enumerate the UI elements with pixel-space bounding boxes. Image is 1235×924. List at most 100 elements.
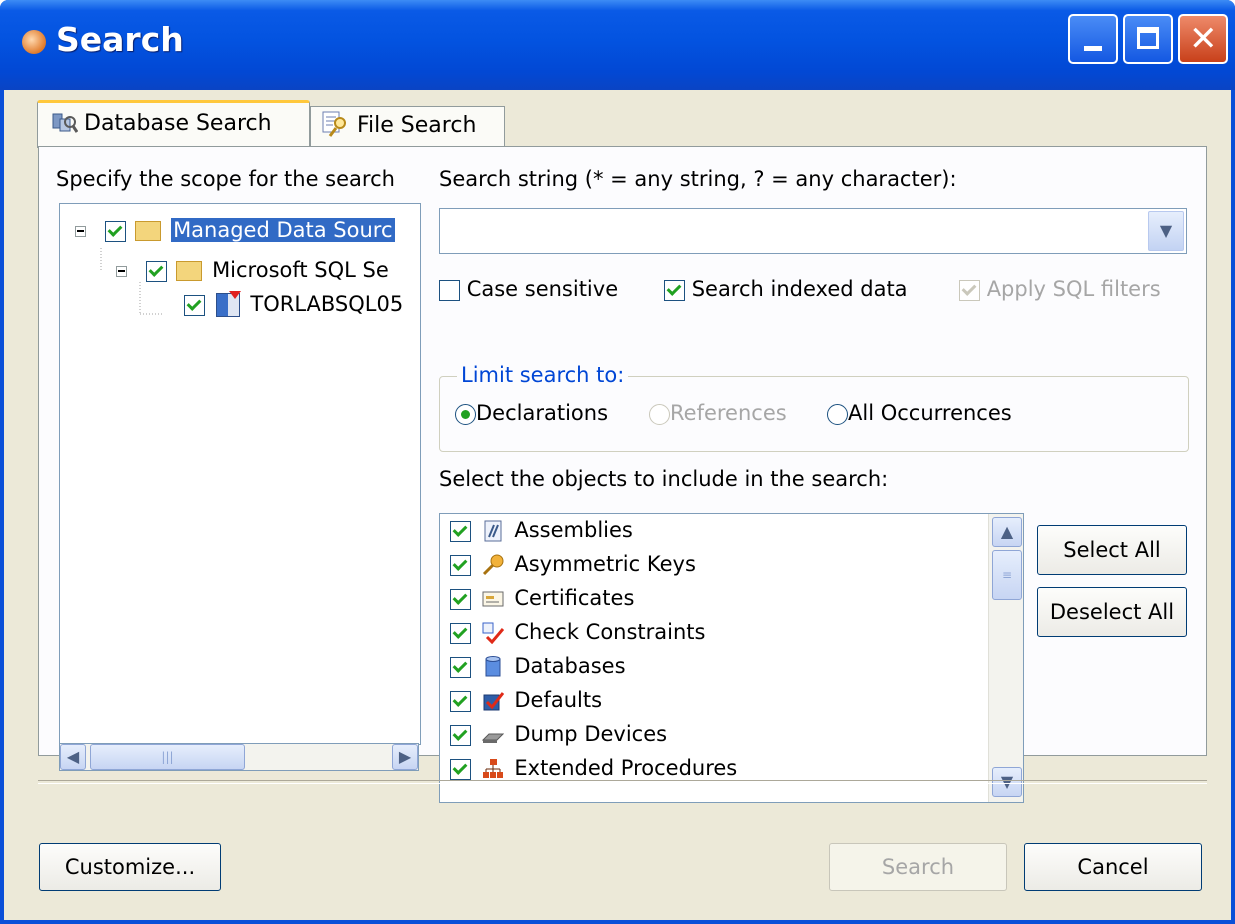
file-search-icon [322,111,346,137]
search-string-combo[interactable]: ▼ [439,208,1187,254]
database-search-panel: Specify the scope for the search Managed… [38,146,1207,803]
apply-sql-filters-option: Apply SQL filters [959,277,1161,301]
list-item-asymmetric-keys[interactable]: Asymmetric Keys [450,552,696,586]
scroll-right-button[interactable]: ▶ [392,744,418,770]
item-checkbox[interactable] [450,758,471,780]
declarations-radio[interactable] [455,403,476,425]
minimize-button[interactable] [1068,14,1118,64]
folder-icon [135,221,162,241]
search-indexed-label: Search indexed data [691,277,908,301]
list-item-certificates[interactable]: Certificates [450,586,634,620]
radio-declarations[interactable]: Declarations [455,401,608,425]
item-label: Extended Procedures [514,756,738,780]
scroll-up-button[interactable]: ▲ [992,517,1022,547]
assembly-icon [484,520,502,542]
item-label: Certificates [514,586,635,610]
folder-icon [176,261,203,281]
database-search-icon [52,113,78,133]
case-sensitive-label: Case sensitive [466,277,619,301]
scroll-thumb[interactable]: ||| [90,744,245,770]
item-label: Assemblies [514,518,633,542]
item-label: Databases [514,654,626,678]
close-button[interactable]: ✕ [1178,14,1228,64]
search-string-label: Search string (* = any string, ? = any c… [439,167,957,191]
all-occurrences-label: All Occurrences [848,401,1012,425]
close-icon: ✕ [1189,19,1218,59]
tab-database-search[interactable]: Database Search [37,100,310,148]
item-checkbox[interactable] [450,690,471,712]
all-occurrences-radio[interactable] [827,403,848,425]
collapse-icon[interactable] [75,225,86,237]
tree-checkbox[interactable] [184,294,205,316]
item-label: Check Constraints [514,620,706,644]
item-label: Dump Devices [514,722,668,746]
tab-database-search-label: Database Search [84,111,272,136]
scope-label: Specify the scope for the search [56,167,395,191]
item-checkbox[interactable] [450,554,471,576]
search-dialog: Search ✕ Database Search File Search Spe… [0,0,1235,924]
item-checkbox[interactable] [450,622,471,644]
tree-horizontal-scrollbar[interactable]: ◀ ||| ▶ [59,743,419,771]
list-item-dump-devices[interactable]: Dump Devices [450,722,667,756]
item-label: Asymmetric Keys [514,552,696,576]
item-checkbox[interactable] [450,724,471,746]
customize-button[interactable]: Customize... [39,843,221,891]
references-label: References [670,401,787,425]
tab-file-search[interactable]: File Search [310,106,505,146]
cancel-button[interactable]: Cancel [1024,843,1202,891]
declarations-label: Declarations [476,401,609,425]
scroll-left-button[interactable]: ◀ [60,744,86,770]
objects-vertical-scrollbar[interactable]: ▲ ≡ ▼ [988,514,1023,802]
search-indexed-checkbox[interactable] [664,279,685,301]
app-icon [22,30,46,54]
maximize-button[interactable] [1123,14,1173,64]
title-bar[interactable]: Search ✕ [0,0,1235,90]
objects-list[interactable]: Assemblies Asymmetric Keys Certificates … [439,513,1024,803]
deselect-all-button[interactable]: Deselect All [1037,587,1187,637]
list-item-extended-procedures[interactable]: Extended Procedures [450,756,737,790]
window-title: Search [56,20,184,59]
list-item-defaults[interactable]: Defaults [450,688,602,722]
search-button: Search [829,843,1007,891]
tree-node-label: TORLABSQL05 [250,292,404,316]
references-radio [649,403,670,425]
item-checkbox[interactable] [450,520,471,542]
dropdown-button[interactable]: ▼ [1148,211,1184,251]
tree-node-managed-data-sources[interactable]: Managed Data Sourc [75,218,395,252]
tree-node-microsoft-sql-server[interactable]: Microsoft SQL Se [116,258,389,292]
sql-server-icon [215,291,241,317]
extended-procedure-icon [482,759,503,778]
case-sensitive-checkbox[interactable] [439,279,460,301]
certificate-icon [482,591,504,607]
limit-search-label: Limit search to: [457,363,629,387]
tab-file-search-label: File Search [357,113,477,138]
item-checkbox[interactable] [450,656,471,678]
collapse-icon[interactable] [116,265,127,277]
key-icon [482,554,504,576]
search-indexed-option[interactable]: Search indexed data [664,277,908,301]
minimize-icon [1084,46,1102,51]
scroll-thumb[interactable]: ≡ [992,550,1022,600]
scope-tree[interactable]: Managed Data Sourc Microsoft SQL Se TORL… [59,203,421,745]
separator [38,780,1207,784]
case-sensitive-option[interactable]: Case sensitive [439,277,618,301]
select-all-button[interactable]: Select All [1037,525,1187,575]
dump-device-icon [481,733,504,743]
item-checkbox[interactable] [450,588,471,610]
default-icon [483,692,504,711]
tree-node-torlabsql05[interactable]: TORLABSQL05 [184,291,404,326]
list-item-assemblies[interactable]: Assemblies [450,518,633,552]
list-item-check-constraints[interactable]: Check Constraints [450,620,705,654]
tree-checkbox[interactable] [104,220,126,242]
check-constraint-icon [482,622,504,644]
list-item-databases[interactable]: Databases [450,654,626,688]
tree-checkbox[interactable] [145,260,167,282]
radio-references: References [649,401,787,425]
maximize-icon [1137,27,1159,49]
chevron-down-icon: ▼ [1159,221,1173,240]
apply-sql-filters-label: Apply SQL filters [986,277,1161,301]
objects-label: Select the objects to include in the sea… [439,467,889,491]
dialog-body: Database Search File Search Specify the … [4,90,1231,920]
radio-all-occurrences[interactable]: All Occurrences [827,401,1012,425]
tree-node-label: Microsoft SQL Se [212,258,389,282]
